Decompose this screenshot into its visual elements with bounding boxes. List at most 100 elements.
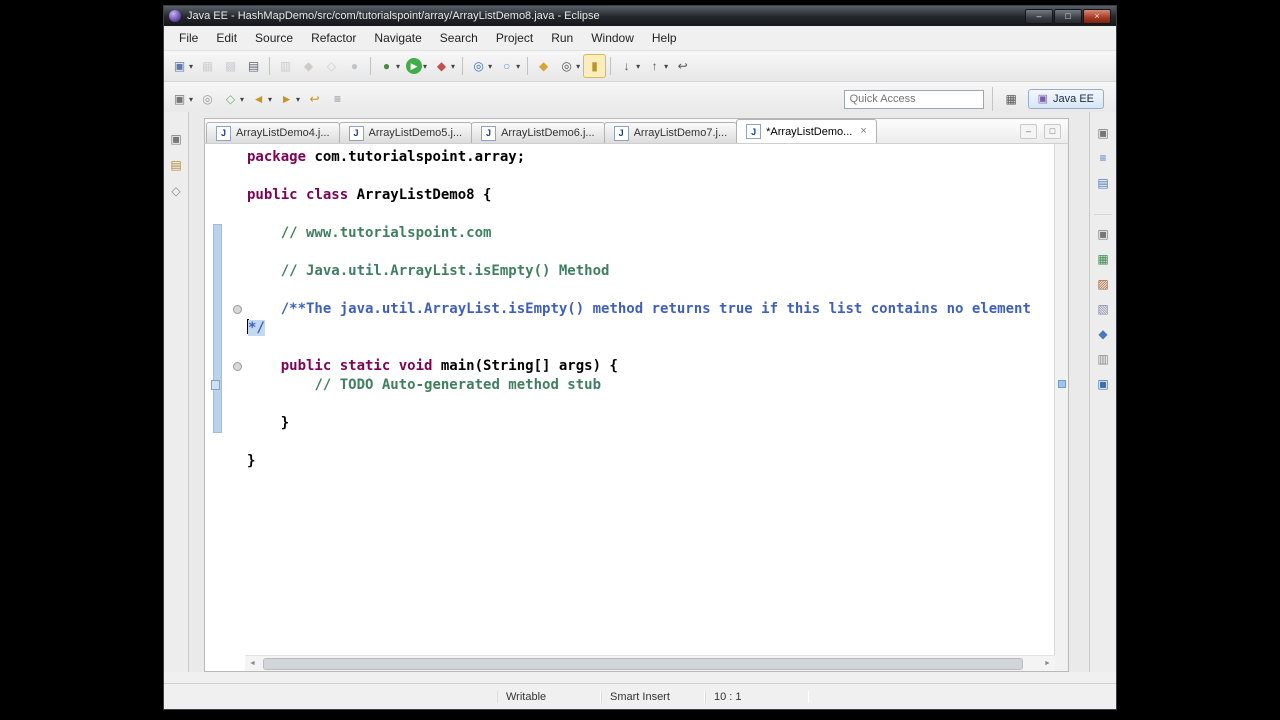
code-area[interactable]: package com.tutorialspoint.array; public … (245, 144, 1054, 671)
new-java-element-button[interactable]: ◇ ▾ (219, 87, 247, 111)
debug-button[interactable]: ● ▾ (375, 54, 403, 78)
editor-tab-3[interactable]: J ArrayListDemo6.j... (471, 122, 605, 143)
horizontal-scrollbar-thumb[interactable] (263, 658, 1023, 670)
menu-item-window[interactable]: Window (582, 28, 643, 48)
project-explorer-icon: ▤ (170, 158, 182, 172)
code-line-4[interactable] (247, 205, 1054, 224)
menu-item-source[interactable]: Source (246, 28, 302, 48)
console-button[interactable]: ▣ (1094, 375, 1112, 393)
dropdown-arrow-icon[interactable]: ▾ (576, 62, 580, 71)
code-line-9[interactable]: /**The java.util.ArrayList.isEmpty() met… (247, 300, 1054, 319)
code-line-15[interactable]: } (247, 414, 1054, 433)
code-line-1[interactable]: package com.tutorialspoint.array; (247, 148, 1054, 167)
window-controls: – □ × (1025, 8, 1111, 24)
quick-access-input[interactable] (843, 89, 984, 109)
menu-item-navigate[interactable]: Navigate (365, 28, 430, 48)
horizontal-scrollbar[interactable]: ◄ ► (245, 655, 1055, 671)
minimize-button[interactable]: – (1025, 8, 1053, 24)
last-edit-nav-button[interactable]: ↩ (303, 87, 326, 111)
dropdown-arrow-icon[interactable]: ▾ (396, 62, 400, 71)
close-button[interactable]: × (1083, 8, 1111, 24)
maximize-view-button[interactable]: □ (1044, 123, 1061, 139)
code-line-8[interactable] (247, 281, 1054, 300)
external-tools-button[interactable]: ◆ ▾ (430, 54, 458, 78)
code-line-11[interactable] (247, 338, 1054, 357)
java-ee-perspective-button[interactable]: ▣ Java EE (1027, 89, 1104, 109)
next-annotation-button[interactable]: ↓ ▾ (615, 54, 643, 78)
pin-editor-button[interactable]: ◎ (196, 87, 219, 111)
code-line-3[interactable]: public class ArrayListDemo8 { (247, 186, 1054, 205)
menu-item-file[interactable]: File (170, 28, 207, 48)
dropdown-arrow-icon[interactable]: ▾ (240, 95, 244, 104)
new-wizard-button[interactable]: ▣ ▾ (168, 54, 196, 78)
fold-marker[interactable] (233, 305, 242, 314)
run-button[interactable]: ▶ ▾ (403, 54, 430, 78)
previous-annotation-button[interactable]: ↑ ▾ (643, 54, 671, 78)
data-source-explorer-button[interactable]: ▨ (1094, 275, 1112, 293)
code-line-7[interactable]: // Java.util.ArrayList.isEmpty() Method (247, 262, 1054, 281)
maximize-button[interactable]: □ (1054, 8, 1082, 24)
code-line-12[interactable]: public static void main(String[] args) { (247, 357, 1054, 376)
web-service-button[interactable]: ◎ ▾ (467, 54, 495, 78)
project-explorer-button[interactable]: ▤ (167, 156, 185, 174)
code-line-16[interactable] (247, 433, 1054, 452)
mark-occurrences-toggle[interactable]: ▮ (583, 54, 607, 78)
back-button[interactable]: ◄ ▾ (247, 87, 275, 111)
navigator-button[interactable]: ◇ (167, 182, 185, 200)
open-perspective-button[interactable]: ▦ (1000, 87, 1023, 111)
last-edit-location-button[interactable]: ↩ (671, 54, 694, 78)
scroll-right-arrow-icon[interactable]: ► (1040, 656, 1055, 670)
code-line-13[interactable]: // TODO Auto-generated method stub (247, 376, 1054, 395)
overview-marker[interactable] (1058, 380, 1066, 388)
title-bar[interactable]: Java EE - HashMapDemo/src/com/tutorialsp… (164, 6, 1116, 26)
outline-button[interactable]: ≡ (1094, 149, 1112, 167)
code-line-2[interactable] (247, 167, 1054, 186)
dropdown-arrow-icon[interactable]: ▾ (451, 62, 455, 71)
editor-tab-2[interactable]: J ArrayListDemo5.j... (338, 122, 473, 143)
restore-right-panel-button[interactable]: ▣ (1094, 124, 1112, 142)
dropdown-arrow-icon[interactable]: ▾ (636, 62, 640, 71)
link-with-editor-button[interactable]: ≡ (326, 87, 349, 111)
code-line-10[interactable]: */ (247, 319, 1054, 338)
menu-item-project[interactable]: Project (487, 28, 542, 48)
dropdown-arrow-icon[interactable]: ▾ (488, 62, 492, 71)
menu-item-run[interactable]: Run (542, 28, 582, 48)
open-type-button[interactable]: ◆ (532, 54, 555, 78)
dropdown-arrow-icon[interactable]: ▾ (516, 62, 520, 71)
code-line-17[interactable]: } (247, 452, 1054, 471)
editor-tab-1[interactable]: J ArrayListDemo4.j... (206, 122, 340, 143)
dropdown-arrow-icon[interactable]: ▾ (296, 95, 300, 104)
new-web-service-client-button[interactable]: ○ ▾ (495, 54, 523, 78)
fold-marker[interactable] (233, 362, 242, 371)
search-button[interactable]: ◎ ▾ (555, 54, 583, 78)
code-line-14[interactable] (247, 395, 1054, 414)
markers-button[interactable]: ◆ (1094, 325, 1112, 343)
menu-item-refactor[interactable]: Refactor (302, 28, 365, 48)
minimize-view-button[interactable]: – (1020, 123, 1037, 139)
scroll-left-arrow-icon[interactable]: ◄ (245, 656, 260, 670)
forward-button[interactable]: ► ▾ (275, 87, 303, 111)
overview-ruler[interactable] (1054, 144, 1068, 671)
snippets-button[interactable]: ▧ (1094, 300, 1112, 318)
dropdown-arrow-icon[interactable]: ▾ (189, 95, 193, 104)
editor-tab-4[interactable]: J ArrayListDemo7.j... (603, 122, 738, 143)
task-list-button[interactable]: ▤ (1094, 174, 1112, 192)
print-button[interactable]: ▤ (242, 54, 265, 78)
code-line-6[interactable] (247, 243, 1054, 262)
editor-tab-5[interactable]: J *ArrayListDemo... × (736, 119, 877, 143)
dropdown-arrow-icon[interactable]: ▾ (423, 62, 427, 71)
restore-left-panel-button[interactable]: ▣ (167, 130, 185, 148)
dropdown-arrow-icon[interactable]: ▾ (268, 95, 272, 104)
menu-item-search[interactable]: Search (431, 28, 487, 48)
menu-item-help[interactable]: Help (643, 28, 686, 48)
properties-button[interactable]: ▥ (1094, 350, 1112, 368)
restore-bottom-panel-button[interactable]: ▣ (1094, 225, 1112, 243)
open-type-hierarchy-button[interactable]: ▣ ▾ (168, 87, 196, 111)
code-line-5[interactable]: // www.tutorialspoint.com (247, 224, 1054, 243)
menu-item-edit[interactable]: Edit (207, 28, 246, 48)
dropdown-arrow-icon[interactable]: ▾ (189, 62, 193, 71)
tab-close-icon[interactable]: × (860, 126, 866, 137)
dropdown-arrow-icon[interactable]: ▾ (664, 62, 668, 71)
servers-button[interactable]: ▦ (1094, 250, 1112, 268)
left-ruler (205, 144, 245, 671)
